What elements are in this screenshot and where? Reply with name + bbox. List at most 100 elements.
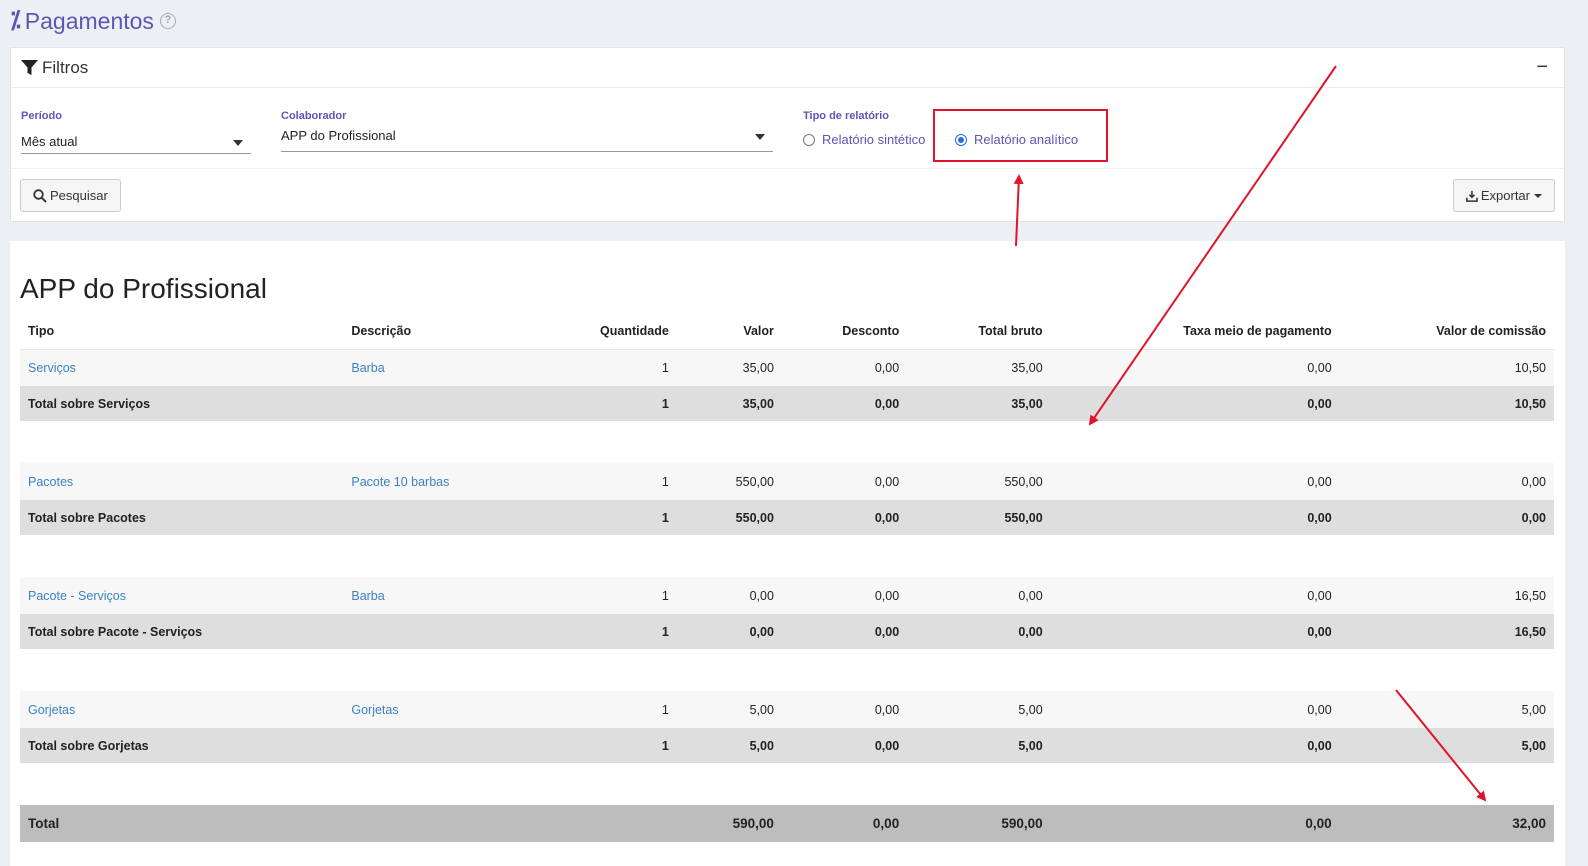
table-cell bbox=[343, 728, 516, 763]
periodo-select[interactable]: Mês atual bbox=[21, 130, 251, 154]
filter-icon bbox=[21, 59, 38, 75]
radio-button[interactable] bbox=[803, 133, 815, 146]
table-cell: 550,00 bbox=[907, 500, 1051, 535]
table-cell: 0,00 bbox=[1050, 728, 1340, 763]
table-cell-link[interactable]: Pacotes bbox=[20, 463, 344, 500]
table-cell-link[interactable]: Barba bbox=[343, 577, 516, 614]
table-cell-link[interactable]: Gorjetas bbox=[343, 691, 516, 728]
table-cell: 0,00 bbox=[1339, 463, 1554, 500]
colaborador-select[interactable]: APP do Profissional bbox=[281, 124, 773, 152]
search-button[interactable]: Pesquisar bbox=[20, 179, 121, 212]
table-cell: 35,00 bbox=[907, 349, 1051, 386]
table-cell: 35,00 bbox=[907, 386, 1051, 421]
subtotal-row: Total sobre Pacotes 1 550,00 0,00 550,00 0,00… bbox=[20, 500, 1554, 535]
table-cell: 0,00 bbox=[676, 614, 782, 649]
table-cell bbox=[343, 614, 516, 649]
report-panel: APP do Profissional Tipo Descrição Quantid… bbox=[10, 241, 1565, 866]
radio-sintetico[interactable]: Relatório sintético bbox=[803, 132, 925, 147]
table-cell: 1 bbox=[515, 577, 677, 614]
table-cell: 10,50 bbox=[1339, 386, 1554, 421]
table-cell: 0,00 bbox=[1050, 805, 1340, 842]
subtotal-row: Total sobre Gorjetas 1 5,00 0,00 5,00 0,00 5,0… bbox=[20, 728, 1554, 763]
table-cell: 550,00 bbox=[907, 463, 1051, 500]
column-header: Total bruto bbox=[907, 313, 1051, 350]
column-header: Desconto bbox=[781, 313, 908, 350]
chevron-down-icon bbox=[755, 134, 765, 140]
table-cell: 16,50 bbox=[1339, 577, 1554, 614]
spacer-row bbox=[20, 649, 1554, 691]
export-button-label: Exportar bbox=[1480, 188, 1530, 203]
chevron-down-icon bbox=[233, 140, 243, 146]
table-cell: 550,00 bbox=[676, 500, 782, 535]
spacer-cell bbox=[20, 535, 1554, 577]
periodo-label: Período bbox=[21, 110, 62, 122]
periodo-value: Mês atual bbox=[21, 134, 78, 149]
table-cell: 0,00 bbox=[1050, 577, 1340, 614]
tipo-relatorio-label: Tipo de relatório bbox=[803, 110, 889, 122]
table-cell: 32,00 bbox=[1339, 805, 1554, 842]
table-cell: 0,00 bbox=[1050, 500, 1340, 535]
caret-down-icon bbox=[1534, 193, 1542, 198]
table-cell: Total sobre Gorjetas bbox=[20, 728, 344, 763]
colaborador-label: Colaborador bbox=[281, 110, 347, 122]
table-cell: 0,00 bbox=[781, 691, 908, 728]
table-cell bbox=[343, 805, 516, 842]
table-row: Gorjetas Gorjetas 1 5,00 0,00 5,00 0,00 5,00 bbox=[20, 691, 1554, 728]
table-cell: 1 bbox=[515, 349, 677, 386]
subtotal-row: Total sobre Pacote - Serviços 1 0,00 0,00 0,… bbox=[20, 614, 1554, 649]
table-cell: Total bbox=[20, 805, 344, 842]
table-cell: 0,00 bbox=[781, 463, 908, 500]
table-row: Serviços Barba 1 35,00 0,00 35,00 0,00 10,50 bbox=[20, 349, 1554, 386]
table-cell-link[interactable]: Pacote 10 barbas bbox=[343, 463, 516, 500]
filters-header[interactable]: Filtros − bbox=[11, 48, 1564, 88]
export-button[interactable]: Exportar bbox=[1453, 179, 1555, 212]
table-cell: 0,00 bbox=[1050, 463, 1340, 500]
tipo-relatorio-field: Tipo de relatório bbox=[803, 110, 889, 122]
table-cell: 1 bbox=[515, 691, 677, 728]
table-cell-link[interactable]: Barba bbox=[343, 349, 516, 386]
column-header: Quantidade bbox=[515, 313, 677, 350]
table-cell: 590,00 bbox=[676, 805, 782, 842]
annotation-highlight-box bbox=[933, 109, 1108, 162]
table-cell: 0,00 bbox=[781, 500, 908, 535]
table-cell: 5,00 bbox=[907, 691, 1051, 728]
table-cell: 35,00 bbox=[676, 349, 782, 386]
table-cell: 0,00 bbox=[1050, 386, 1340, 421]
table-cell: 1 bbox=[515, 614, 677, 649]
table-cell-link[interactable]: Pacote - Serviços bbox=[20, 577, 344, 614]
table-cell: 1 bbox=[515, 463, 677, 500]
table-cell bbox=[343, 500, 516, 535]
column-header: Tipo bbox=[20, 313, 344, 350]
table-cell: 0,00 bbox=[781, 728, 908, 763]
page-title: Pagamentos bbox=[24, 7, 154, 34]
table-cell: Total sobre Pacotes bbox=[20, 500, 344, 535]
table-cell: 0,00 bbox=[1050, 614, 1340, 649]
page-header: ⁒ Pagamentos ? bbox=[10, 6, 176, 36]
table-cell-link[interactable]: Serviços bbox=[20, 349, 344, 386]
spacer-row bbox=[20, 421, 1554, 463]
table-row: Pacotes Pacote 10 barbas 1 550,00 0,00 550,00… bbox=[20, 463, 1554, 500]
table-cell-link[interactable]: Gorjetas bbox=[20, 691, 344, 728]
subtotal-row: Total sobre Serviços 1 35,00 0,00 35,00 0,00 1… bbox=[20, 386, 1554, 421]
periodo-field: Período bbox=[21, 110, 62, 122]
collapse-button[interactable]: − bbox=[1536, 56, 1548, 79]
spacer-cell bbox=[20, 421, 1554, 463]
download-icon bbox=[1466, 190, 1478, 202]
spacer-row bbox=[20, 763, 1554, 805]
help-icon[interactable]: ? bbox=[159, 13, 176, 29]
table-body: Serviços Barba 1 35,00 0,00 35,00 0,00 10,50 Tot… bbox=[20, 349, 1554, 842]
table-cell: Total sobre Pacote - Serviços bbox=[20, 614, 344, 649]
table-cell: 1 bbox=[515, 728, 677, 763]
search-icon bbox=[33, 188, 47, 203]
radio-sintetico-label: Relatório sintético bbox=[822, 132, 926, 147]
table-cell: 0,00 bbox=[907, 577, 1051, 614]
table-cell: 0,00 bbox=[1050, 691, 1340, 728]
column-header: Descrição bbox=[343, 313, 516, 350]
table-cell bbox=[515, 805, 677, 842]
colaborador-value: APP do Profissional bbox=[281, 128, 396, 143]
table-cell: 0,00 bbox=[781, 577, 908, 614]
table-cell: 5,00 bbox=[676, 728, 782, 763]
spacer-cell bbox=[20, 649, 1554, 691]
table-cell: 590,00 bbox=[907, 805, 1051, 842]
table-cell: 5,00 bbox=[907, 728, 1051, 763]
